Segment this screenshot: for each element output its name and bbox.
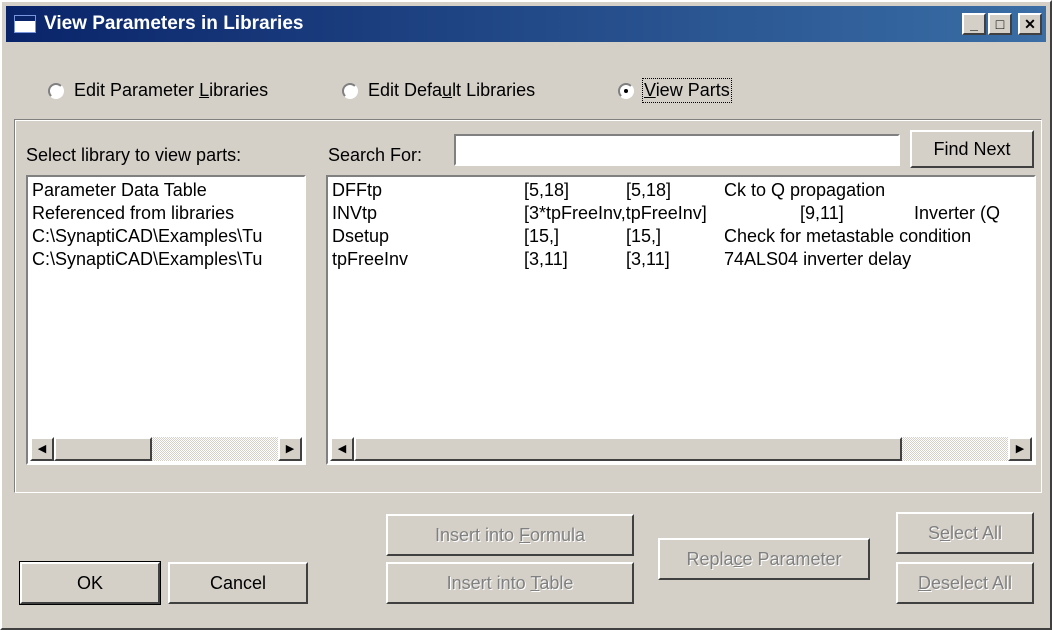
search-input[interactable] [454, 134, 900, 166]
label-text: ormula [530, 525, 586, 545]
label-text: iew Parts [655, 80, 730, 100]
part-value-1: [5,18] [524, 180, 570, 200]
table-row[interactable]: INVtp [3*tpFreeInv,tpFreeInv] [9,11] Inv… [332, 202, 1032, 225]
radio-label: Edit Default Libraries [368, 80, 535, 101]
ok-button[interactable]: OK [19, 561, 161, 605]
table-row[interactable]: DFFtp [5,18] [5,18] Ck to Q propagation [332, 179, 1032, 202]
radio-circle-icon [342, 83, 358, 99]
mnemonic: L [199, 80, 210, 100]
deselect-all-button[interactable]: Deselect All [896, 562, 1034, 604]
replace-parameter-button[interactable]: Replace Parameter [658, 538, 870, 580]
part-name: tpFreeInv [332, 249, 409, 269]
label-text: Repla [686, 549, 734, 569]
list-item[interactable]: C:\SynaptiCAD\Examples\Tu [32, 248, 302, 271]
cancel-button[interactable]: Cancel [168, 562, 308, 604]
title-bar[interactable]: View Parameters in Libraries _ □ ✕ [6, 6, 1046, 42]
part-name: Dsetup [332, 226, 390, 246]
library-select-label: Select library to view parts: [26, 145, 242, 165]
label-text: S [927, 523, 940, 543]
label-text: e Parameter [742, 549, 842, 569]
select-all-button[interactable]: Select All [896, 512, 1034, 554]
part-value-1: [3,11] [524, 249, 568, 269]
minimize-button[interactable]: _ [962, 13, 986, 35]
part-value-1: [15,] [524, 226, 560, 246]
label-text: Insert into [446, 573, 531, 593]
label-text: Insert into [434, 525, 519, 545]
part-name: INVtp [332, 203, 378, 223]
label-text: lect All [950, 523, 1003, 543]
part-value-2: [15,] [626, 226, 662, 246]
radio-circle-selected-icon [618, 83, 634, 99]
label-text: ibraries [209, 80, 269, 100]
part-value-2: [9,11] [800, 203, 844, 223]
library-horizontal-scrollbar[interactable]: ◀ ▶ [30, 437, 302, 461]
part-description: Ck to Q propagation [724, 180, 886, 200]
window-icon [14, 15, 36, 33]
parts-list: DFFtp [5,18] [5,18] Ck to Q propagation … [332, 179, 1032, 435]
label-text: eselect All [930, 573, 1013, 593]
mnemonic: u [442, 80, 453, 100]
mnemonic: e [939, 523, 950, 543]
dialog-window: View Parameters in Libraries _ □ ✕ Edit … [0, 0, 1052, 630]
insert-into-formula-button[interactable]: Insert into Formula [386, 514, 634, 556]
label-text: lt Libraries [452, 80, 536, 100]
parts-horizontal-scrollbar[interactable]: ◀ ▶ [330, 437, 1032, 461]
part-value-2: [3,11] [626, 249, 670, 269]
label-text: Edit Defa [368, 80, 443, 100]
table-row[interactable]: Dsetup [15,] [15,] Check for metastable … [332, 225, 1032, 248]
find-next-button[interactable]: Find Next [910, 130, 1034, 168]
window-title: View Parameters in Libraries [44, 13, 304, 34]
radio-label: Edit Parameter Libraries [74, 80, 268, 101]
parts-listbox[interactable]: DFFtp [5,18] [5,18] Ck to Q propagation … [326, 175, 1036, 465]
list-item[interactable]: C:\SynaptiCAD\Examples\Tu [32, 225, 302, 248]
radio-label: View Parts [642, 78, 732, 103]
part-description: Inverter (Q [914, 203, 1001, 223]
scroll-right-icon[interactable]: ▶ [278, 437, 302, 461]
mnemonic: D [917, 573, 931, 593]
part-description: 74ALS04 inverter delay [724, 249, 912, 269]
list-item[interactable]: Referenced from libraries [32, 202, 302, 225]
scrollbar-thumb[interactable] [354, 437, 902, 461]
part-description: Check for metastable condition [724, 226, 972, 246]
table-row[interactable]: tpFreeInv [3,11] [3,11] 74ALS04 inverter… [332, 248, 1032, 271]
label-text: Edit Parameter [74, 80, 200, 100]
mnemonic: V [644, 80, 656, 100]
part-name: DFFtp [332, 180, 383, 200]
radio-circle-icon [48, 83, 64, 99]
close-button[interactable]: ✕ [1018, 13, 1042, 35]
list-item[interactable]: Parameter Data Table [32, 179, 302, 202]
part-value-2: [5,18] [626, 180, 672, 200]
label-text: able [539, 573, 574, 593]
library-list: Parameter Data Table Referenced from lib… [32, 179, 302, 435]
library-listbox[interactable]: Parameter Data Table Referenced from lib… [26, 175, 306, 465]
scroll-right-icon[interactable]: ▶ [1008, 437, 1032, 461]
mnemonic: T [530, 573, 540, 593]
mnemonic: F [519, 525, 530, 545]
scrollbar-thumb[interactable] [54, 437, 152, 461]
part-value-1: [3*tpFreeInv,tpFreeInv] [524, 203, 707, 223]
insert-into-table-button[interactable]: Insert into Table [386, 562, 634, 604]
scroll-left-icon[interactable]: ◀ [30, 437, 54, 461]
scroll-left-icon[interactable]: ◀ [330, 437, 354, 461]
maximize-button[interactable]: □ [988, 13, 1012, 35]
search-for-label: Search For: [328, 145, 423, 165]
